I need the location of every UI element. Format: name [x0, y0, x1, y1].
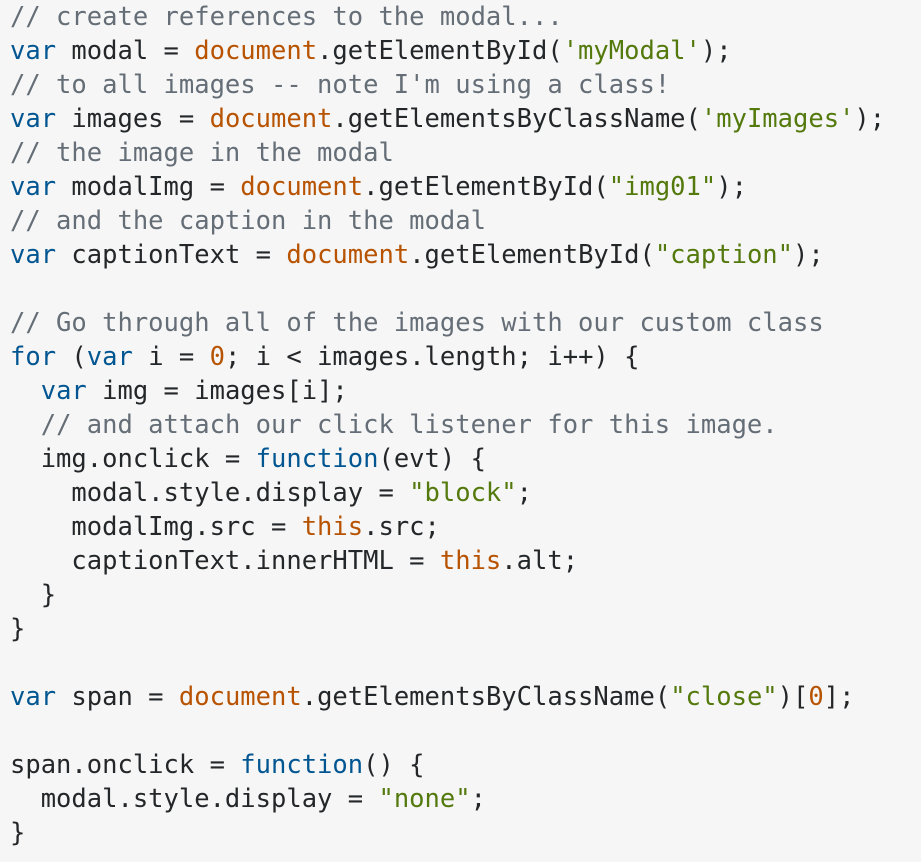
code-token-string: "block": [409, 478, 517, 508]
code-line: // Go through all of the images with our…: [10, 306, 824, 340]
code-token-plain: modal.style.display =: [10, 478, 410, 508]
code-token-plain: .getElementById(: [409, 240, 655, 270]
code-line: span.onclick = function() {: [10, 748, 425, 782]
code-token-plain: modalImg =: [56, 172, 241, 202]
code-token-string: 'myImages': [700, 104, 855, 134]
code-token-plain: img = images[i];: [86, 376, 348, 406]
code-token-comment: // Go through all of the images with our…: [10, 308, 824, 338]
code-token-plain: i =: [132, 342, 210, 372]
code-token-string: "img01": [608, 172, 717, 202]
code-token-builtin: this: [301, 512, 364, 542]
code-token-plain: );: [716, 172, 747, 202]
code-token-plain: );: [700, 36, 732, 66]
code-token-plain: img.onclick =: [10, 444, 256, 474]
code-token-plain: }: [10, 580, 57, 610]
code-token-plain: () {: [363, 750, 425, 780]
code-line: // and the caption in the modal: [10, 204, 486, 238]
code-line: // the image in the modal: [10, 136, 394, 170]
code-token-keyword: var: [10, 682, 57, 712]
code-token-plain: (: [56, 342, 87, 372]
code-token-plain: ;: [516, 478, 532, 508]
code-line: modal.style.display = "none";: [10, 782, 486, 816]
code-line: var captionText = document.getElementByI…: [10, 238, 824, 272]
code-token-plain: .getElementsByClassName(: [332, 104, 701, 134]
code-token-keyword: var: [86, 342, 133, 372]
code-token-plain: span =: [56, 682, 179, 712]
code-token-plain: .getElementsByClassName(: [301, 682, 671, 712]
code-token-plain: );: [793, 240, 824, 270]
code-token-string: "none": [378, 784, 471, 814]
code-token-builtin: document: [286, 240, 410, 270]
code-line: // to all images -- note I'm using a cla…: [10, 68, 670, 102]
code-token-comment: // the image in the modal: [10, 138, 394, 168]
code-token-string: 'myModal': [562, 36, 701, 66]
code-token-plain: )[: [777, 682, 809, 712]
code-token-keyword: var: [40, 376, 87, 406]
code-line: img.onclick = function(evt) {: [10, 442, 486, 476]
code-token-plain: );: [854, 104, 886, 134]
code-token-string: "close": [670, 682, 778, 712]
code-token-builtin: document: [178, 682, 302, 712]
code-block: // create references to the modal... var …: [0, 0, 921, 862]
code-token-keyword: var: [10, 36, 57, 66]
code-token-plain: }: [10, 614, 26, 644]
code-token-keyword: var: [10, 104, 57, 134]
code-token-plain: .getElementById(: [363, 172, 609, 202]
code-token-plain: captionText.innerHTML =: [10, 546, 440, 576]
code-line: // and attach our click listener for thi…: [10, 408, 778, 442]
code-token-builtin: document: [209, 104, 333, 134]
code-line: modalImg.src = this.src;: [10, 510, 440, 544]
code-token-builtin: this: [439, 546, 502, 576]
code-line: }: [10, 578, 56, 612]
code-line: captionText.innerHTML = this.alt;: [10, 544, 578, 578]
code-line: var img = images[i];: [10, 374, 348, 408]
code-token-plain: ;: [470, 784, 486, 814]
code-line: var images = document.getElementsByClass…: [10, 102, 885, 136]
code-token-plain: span.onclick =: [10, 750, 241, 780]
code-token-plain: captionText =: [56, 240, 287, 270]
code-line: var span = document.getElementsByClassNa…: [10, 680, 854, 714]
code-line: var modalImg = document.getElementById("…: [10, 170, 747, 204]
code-token-comment: // create references to the modal...: [10, 2, 563, 32]
code-token-plain: modalImg.src =: [10, 512, 302, 542]
code-token-plain: modal.style.display =: [10, 784, 379, 814]
code-token-plain: images =: [56, 104, 210, 134]
code-token-number: 0: [808, 682, 824, 712]
code-token-plain: ];: [823, 682, 855, 712]
code-token-number: 0: [209, 342, 225, 372]
code-token-plain: .src;: [363, 512, 440, 542]
code-line: for (var i = 0; i < images.length; i++) …: [10, 340, 639, 374]
code-line: }: [10, 816, 25, 850]
code-token-keyword: for: [10, 342, 57, 372]
code-token-string: "caption": [654, 240, 793, 270]
code-line: var modal = document.getElementById('myM…: [10, 34, 732, 68]
code-token-keyword: function: [255, 444, 379, 474]
code-line: modal.style.display = "block";: [10, 476, 532, 510]
code-token-builtin: document: [240, 172, 364, 202]
code-token-keyword: var: [10, 172, 57, 202]
code-token-plain: modal =: [56, 36, 195, 66]
code-token-builtin: document: [194, 36, 318, 66]
code-token-plain: .getElementById(: [317, 36, 563, 66]
code-token-plain: ; i < images.length; i++) {: [224, 342, 640, 372]
code-token-comment: // to all images -- note I'm using a cla…: [10, 70, 671, 100]
code-line: }: [10, 612, 25, 646]
code-token-plain: (evt) {: [378, 444, 486, 474]
code-token-keyword: var: [10, 240, 57, 270]
code-token-comment: // and attach our click listener for thi…: [40, 410, 778, 440]
code-token-comment: // and the caption in the modal: [10, 206, 486, 236]
code-line: // create references to the modal...: [10, 0, 563, 34]
code-token-keyword: function: [240, 750, 364, 780]
code-token-plain: .alt;: [501, 546, 579, 576]
code-token-plain: }: [10, 818, 26, 848]
